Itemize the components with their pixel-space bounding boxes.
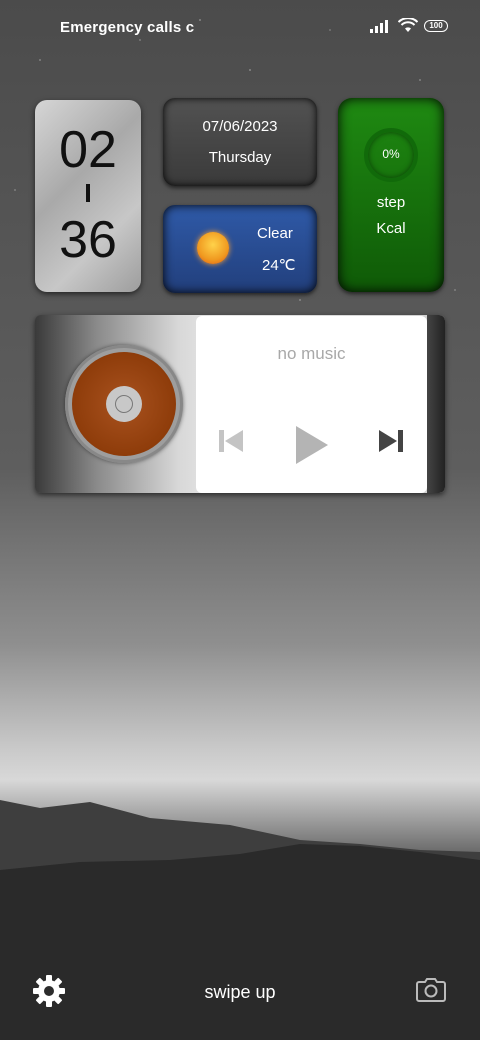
- previous-icon: [219, 430, 243, 452]
- sun-icon: [197, 232, 229, 264]
- weather-temperature: 24℃: [262, 257, 296, 274]
- battery-level: 100: [429, 21, 443, 30]
- weekday-text: Thursday: [208, 149, 272, 166]
- music-widget-edge: [427, 315, 445, 493]
- clock-separator: [86, 184, 90, 202]
- weather-widget[interactable]: Clear 24℃: [163, 205, 317, 293]
- swipe-up-hint: swipe up: [204, 982, 276, 1002]
- calories-label: Kcal: [376, 220, 406, 237]
- camera-icon: [416, 978, 446, 1002]
- date-widget[interactable]: 07/06/2023 Thursday: [163, 98, 317, 186]
- status-bar: Emergency calls c 100: [0, 18, 480, 40]
- album-disc-icon: [65, 345, 183, 463]
- date-text: 07/06/2023: [202, 118, 278, 135]
- play-icon: [296, 426, 328, 464]
- play-button[interactable]: [292, 424, 332, 466]
- fitness-widget[interactable]: 0% step Kcal: [338, 98, 444, 292]
- clock-widget[interactable]: 02 36: [35, 100, 141, 292]
- clock-minutes: 36: [59, 211, 117, 269]
- previous-button[interactable]: [216, 426, 246, 456]
- clock-hours: 02: [59, 121, 117, 179]
- music-controls-panel: no music: [196, 316, 427, 493]
- battery-icon: 100: [424, 19, 448, 32]
- next-icon: [379, 430, 403, 452]
- camera-button[interactable]: [416, 977, 446, 1008]
- signal-icon: [370, 19, 388, 33]
- steps-label: step: [376, 194, 406, 211]
- carrier-text: Emergency calls c: [60, 19, 195, 36]
- progress-label: 0%: [382, 147, 400, 161]
- wifi-icon: [398, 18, 418, 32]
- track-text: no music: [277, 344, 346, 363]
- next-button[interactable]: [376, 426, 406, 456]
- weather-condition: Clear: [257, 225, 293, 242]
